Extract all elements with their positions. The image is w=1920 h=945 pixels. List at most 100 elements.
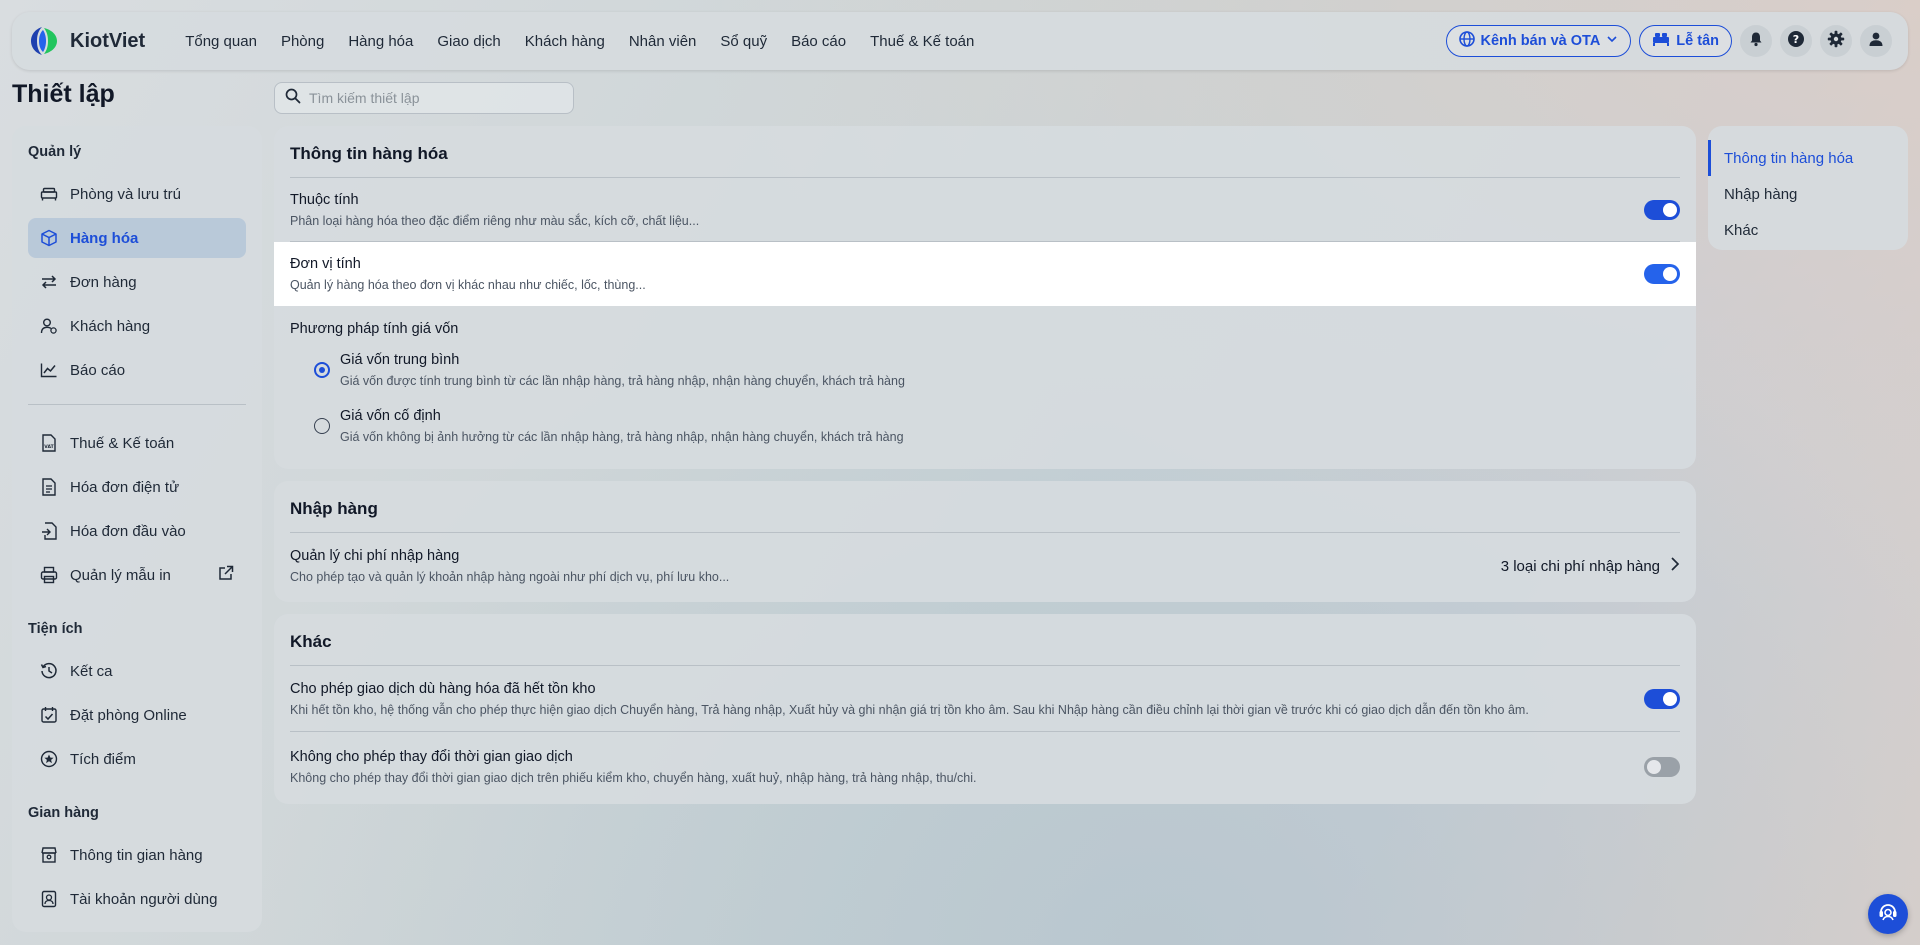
product-info-title: Thông tin hàng hóa — [290, 126, 1680, 178]
allow-out-of-stock-desc: Khi hết tồn kho, hệ thống vẫn cho phép t… — [290, 702, 1529, 717]
cost-fixed-radio[interactable] — [314, 418, 330, 434]
sidebar-item-label: Đặt phòng Online — [70, 706, 187, 724]
nav-tong-quan[interactable]: Tổng quan — [173, 33, 269, 50]
sidebar-group-quan-ly: Quản lý — [28, 144, 82, 160]
box-icon — [40, 229, 58, 247]
attributes-setting-row: Thuộc tính Phân loại hàng hóa theo đặc đ… — [290, 178, 1680, 242]
brand-name: KiotViet — [70, 29, 146, 52]
nav-khach-hang[interactable]: Khách hàng — [513, 33, 617, 50]
settings-search[interactable] — [274, 82, 574, 114]
sidebar-item-hoa-don-dien-tu[interactable]: Hóa đơn điện tử — [28, 467, 246, 507]
sidebar-item-tich-diem[interactable]: Tích điểm — [28, 739, 246, 779]
import-cost-desc: Cho phép tạo và quản lý khoản nhập hàng … — [290, 570, 730, 584]
product-info-card: Thông tin hàng hóa Thuộc tính Phân loại … — [274, 126, 1696, 469]
nav-so-quy[interactable]: Sổ quỹ — [708, 33, 779, 50]
sidebar-item-label: Báo cáo — [70, 361, 126, 379]
sidebar-item-ket-ca[interactable]: Kết ca — [28, 651, 246, 691]
sidebar-item-label: Tích điểm — [70, 750, 136, 768]
import-cost-link[interactable]: 3 loại chi phí nhập hàng — [1501, 556, 1680, 576]
nav-hang-hoa[interactable]: Hàng hóa — [336, 33, 425, 50]
user-card-icon — [40, 890, 58, 908]
incoming-invoice-icon — [40, 522, 58, 540]
sidebar-item-dat-phong-online[interactable]: Đặt phòng Online — [28, 695, 246, 735]
globe-icon — [1458, 31, 1475, 51]
sidebar-item-phong-luu-tru[interactable]: Phòng và lưu trú — [28, 174, 246, 214]
cost-average-title: Giá vốn trung bình — [340, 352, 460, 368]
calendar-check-icon — [40, 706, 58, 724]
lock-time-title: Không cho phép thay đổi thời gian giao d… — [290, 749, 573, 765]
sidebar-item-khach-hang[interactable]: Khách hàng — [28, 306, 246, 346]
cost-fixed-option[interactable]: Giá vốn cố định Giá vốn không bị ảnh hưở… — [290, 408, 1680, 460]
bed-icon — [1652, 32, 1670, 50]
external-link-icon[interactable] — [218, 565, 234, 585]
import-title: Nhập hàng — [290, 481, 1680, 533]
attributes-toggle[interactable] — [1644, 199, 1680, 220]
search-icon — [285, 88, 301, 109]
units-toggle[interactable] — [1644, 264, 1680, 284]
cost-average-radio[interactable] — [314, 362, 330, 378]
cost-fixed-desc: Giá vốn không bị ảnh hưởng từ các lần nh… — [340, 430, 904, 444]
anchor-product-info[interactable]: Thông tin hàng hóa — [1708, 140, 1908, 176]
sidebar-item-bao-cao[interactable]: Báo cáo — [28, 350, 246, 390]
sidebar-item-label: Hóa đơn đầu vào — [70, 522, 186, 540]
bell-icon — [1748, 31, 1764, 52]
search-input[interactable] — [309, 90, 559, 106]
lock-time-desc: Không cho phép thay đổi thời gian giao d… — [290, 771, 977, 785]
sidebar-item-label: Quản lý mẫu in — [70, 566, 171, 584]
sidebar-item-label: Khách hàng — [70, 317, 151, 335]
sidebar-item-label: Phòng và lưu trú — [70, 185, 181, 203]
settings-button[interactable] — [1820, 25, 1852, 57]
sidebar-item-label: Thuế & Kế toán — [70, 434, 175, 452]
lock-time-toggle[interactable] — [1644, 757, 1680, 777]
user-button[interactable] — [1860, 25, 1892, 57]
import-card: Nhập hàng Quản lý chi phí nhập hàng Cho … — [274, 481, 1696, 602]
sidebar-item-label: Hàng hóa — [70, 229, 139, 247]
svg-text:VAT: VAT — [44, 444, 54, 450]
allow-out-of-stock-row: Cho phép giao dịch dù hàng hóa đã hết tồ… — [290, 666, 1680, 732]
sidebar-item-thue-ke-toan[interactable]: VAT Thuế & Kế toán — [28, 423, 246, 463]
star-circle-icon — [40, 750, 58, 768]
anchor-import[interactable]: Nhập hàng — [1708, 176, 1908, 212]
reception-label: Lễ tân — [1676, 33, 1719, 49]
sidebar-group-gian-hang: Gian hàng — [28, 805, 99, 821]
lock-time-row: Không cho phép thay đổi thời gian giao d… — [290, 732, 1680, 802]
sidebar-item-hang-hoa[interactable]: Hàng hóa — [28, 218, 246, 258]
nav-thue-ke-toan[interactable]: Thuế & Kế toán — [858, 33, 986, 50]
sidebar-item-hoa-don-dau-vao[interactable]: Hóa đơn đầu vào — [28, 511, 246, 551]
history-icon — [40, 662, 58, 680]
allow-out-of-stock-toggle[interactable] — [1644, 688, 1680, 709]
attributes-desc: Phân loại hàng hóa theo đặc điểm riêng n… — [290, 213, 700, 228]
vat-document-icon: VAT — [40, 434, 58, 452]
sidebar-item-don-hang[interactable]: Đơn hàng — [28, 262, 246, 302]
anchor-other[interactable]: Khác — [1708, 212, 1908, 248]
other-card: Khác Cho phép giao dịch dù hàng hóa đã h… — [274, 614, 1696, 804]
swap-arrows-icon — [40, 273, 58, 291]
sidebar-item-label: Tài khoản người dùng — [70, 890, 218, 908]
nav-phong[interactable]: Phòng — [269, 33, 336, 50]
store-icon — [40, 846, 58, 864]
user-icon — [1868, 31, 1884, 52]
nav-giao-dich[interactable]: Giao dịch — [425, 33, 512, 50]
help-button[interactable]: ? — [1780, 25, 1812, 57]
sales-channel-button[interactable]: Kênh bán và OTA — [1445, 25, 1632, 57]
nav-bao-cao[interactable]: Báo cáo — [779, 33, 858, 50]
support-agent-icon — [1876, 900, 1900, 929]
sidebar-item-thong-tin-gian-hang[interactable]: Thông tin gian hàng — [28, 835, 246, 875]
bed-icon — [40, 185, 58, 203]
sidebar-item-quan-ly-mau-in[interactable]: Quản lý mẫu in — [28, 555, 246, 595]
notification-button[interactable] — [1740, 25, 1772, 57]
main-nav: Tổng quan Phòng Hàng hóa Giao dịch Khách… — [173, 33, 986, 50]
other-title: Khác — [290, 614, 1680, 666]
brand-logo[interactable]: KiotViet — [28, 24, 145, 58]
page-title: Thiết lập — [12, 80, 115, 108]
section-anchor-nav: Thông tin hàng hóa Nhập hàng Khác — [1708, 126, 1908, 250]
reception-button[interactable]: Lễ tân — [1639, 25, 1732, 57]
sidebar-item-tai-khoan-nguoi-dung[interactable]: Tài khoản người dùng — [28, 879, 246, 919]
cost-average-option[interactable]: Giá vốn trung bình Giá vốn được tính tru… — [290, 352, 1680, 408]
sidebar-group-tien-ich: Tiện ích — [28, 621, 83, 637]
kiotviet-logo-icon — [28, 24, 62, 58]
support-chat-button[interactable] — [1868, 894, 1908, 934]
import-cost-row[interactable]: Quản lý chi phí nhập hàng Cho phép tạo v… — [290, 533, 1680, 599]
sidebar-divider — [28, 404, 246, 405]
nav-nhan-vien[interactable]: Nhân viên — [617, 33, 709, 50]
